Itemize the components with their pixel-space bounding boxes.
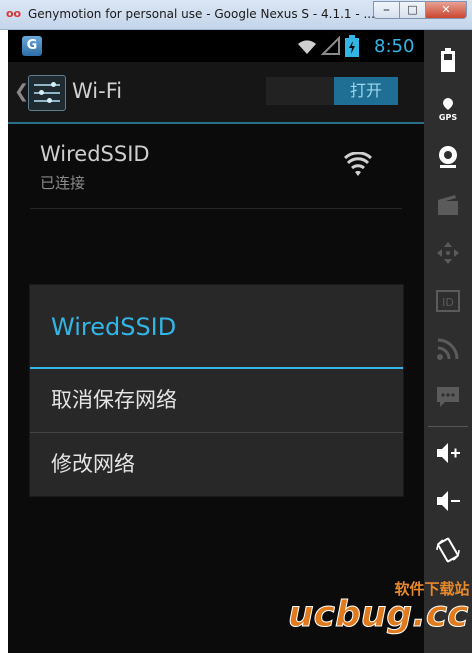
network-status: 已连接 bbox=[40, 174, 86, 192]
network-button[interactable] bbox=[424, 336, 472, 372]
dialog-title: WiredSSID bbox=[51, 313, 177, 341]
close-button[interactable]: ✕ bbox=[425, 1, 467, 19]
gps-button[interactable]: GPS bbox=[424, 96, 472, 132]
sms-button[interactable] bbox=[424, 384, 472, 420]
forget-network-option[interactable]: 取消保存网络 bbox=[30, 369, 403, 431]
id-icon: ID bbox=[436, 290, 460, 312]
media-button[interactable] bbox=[424, 192, 472, 228]
device-id-button[interactable]: ID bbox=[424, 288, 472, 324]
android-screen: G 8:50 ❮ Wi-Fi 打开 WiredSSID 已连接 WiredSSI… bbox=[8, 30, 424, 653]
rotate-icon bbox=[436, 537, 460, 563]
ucbug-watermark-logo: 软件下载站 ucbug.cc bbox=[282, 572, 470, 642]
wifi-signal-icon bbox=[295, 36, 319, 60]
panel-divider bbox=[428, 426, 468, 427]
modify-network-option[interactable]: 修改网络 bbox=[30, 433, 403, 495]
sms-icon bbox=[437, 387, 459, 407]
chevron-left-icon[interactable]: ❮ bbox=[14, 81, 29, 102]
wifi-toggle[interactable]: 打开 bbox=[266, 77, 398, 105]
webcam-button[interactable] bbox=[424, 144, 472, 180]
gps-label: GPS bbox=[439, 113, 457, 122]
minimize-icon: ⎯ bbox=[383, 3, 390, 16]
genymotion-app-icon: oo bbox=[6, 7, 22, 20]
window-title: Genymotion for personal use - Google Nex… bbox=[28, 7, 375, 21]
maximize-icon: □ bbox=[407, 3, 418, 16]
wifi-strength-icon bbox=[343, 151, 373, 182]
id-label: ID bbox=[442, 296, 454, 309]
volume-down-button[interactable] bbox=[424, 488, 472, 524]
rss-icon bbox=[437, 338, 459, 360]
window-title-bar: oo Genymotion for personal use - Google … bbox=[0, 0, 472, 30]
battery-charging-icon bbox=[345, 35, 359, 61]
network-options-dialog: WiredSSID 取消保存网络 修改网络 bbox=[30, 285, 403, 496]
maximize-button[interactable]: □ bbox=[399, 1, 426, 19]
dpad-icon bbox=[437, 242, 459, 264]
minimize-button[interactable]: ⎯ bbox=[373, 1, 400, 19]
dpad-button[interactable] bbox=[424, 240, 472, 276]
status-time: 8:50 bbox=[374, 36, 415, 57]
volume-down-icon bbox=[437, 491, 460, 511]
genymotion-side-panel: GPS ID bbox=[424, 30, 472, 653]
status-bar: G 8:50 bbox=[8, 30, 424, 62]
close-icon: ✕ bbox=[441, 3, 451, 16]
wifi-toggle-on-label: 打开 bbox=[334, 77, 398, 105]
battery-button[interactable] bbox=[424, 48, 472, 84]
clapperboard-icon bbox=[438, 195, 458, 215]
page-title: Wi-Fi bbox=[72, 79, 123, 103]
watermark-text: ucbug.cc bbox=[288, 594, 469, 635]
webcam-icon bbox=[439, 146, 457, 168]
volume-up-icon bbox=[437, 443, 460, 463]
battery-icon bbox=[441, 48, 455, 72]
rotate-button[interactable] bbox=[424, 536, 472, 572]
list-divider bbox=[30, 208, 402, 209]
wifi-network-item[interactable]: WiredSSID 已连接 bbox=[8, 126, 424, 210]
cell-signal-icon bbox=[320, 35, 341, 60]
settings-sliders-icon[interactable] bbox=[28, 75, 66, 111]
volume-up-button[interactable] bbox=[424, 440, 472, 476]
network-ssid: WiredSSID bbox=[40, 142, 150, 166]
genymotion-notification-icon: G bbox=[22, 36, 42, 56]
gps-icon: GPS bbox=[439, 98, 457, 122]
action-bar: ❮ Wi-Fi 打开 bbox=[8, 62, 424, 124]
